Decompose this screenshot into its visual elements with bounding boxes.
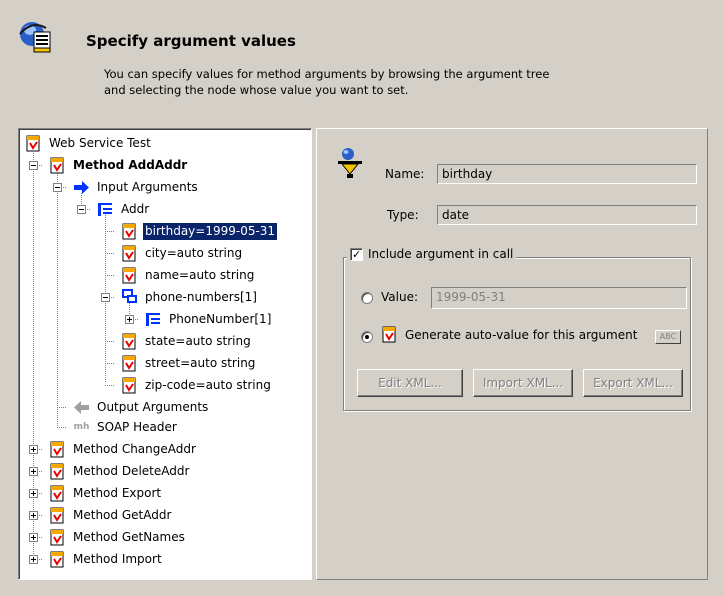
tree-node-method-deleteaddr[interactable]: Method DeleteAddr [49, 461, 191, 481]
include-argument-checkbox[interactable]: ✓ Include argument in call [347, 247, 517, 261]
tree-node-method-import[interactable]: Method Import [49, 549, 164, 569]
expand-toggle-changeaddr[interactable] [29, 445, 38, 454]
struct-icon [146, 312, 160, 326]
tree-node-input-arguments[interactable]: Input Arguments [73, 177, 200, 197]
method-icon [50, 463, 64, 479]
type-field: date [437, 205, 697, 225]
argument-icon [122, 377, 136, 393]
value-radio[interactable] [361, 292, 373, 304]
expand-toggle-getnames[interactable] [29, 533, 38, 542]
tree-node-method-changeaddr[interactable]: Method ChangeAddr [49, 439, 198, 459]
array-icon [122, 288, 137, 303]
argument-icon [122, 267, 136, 283]
method-icon [50, 529, 64, 545]
tree-node-method-getaddr[interactable]: Method GetAddr [49, 505, 173, 525]
tree-node-method-export[interactable]: Method Export [49, 483, 163, 503]
export-xml-button[interactable]: Export XML... [583, 369, 683, 397]
value-label: Value: [381, 290, 418, 304]
expand-toggle-import[interactable] [29, 555, 38, 564]
tree-node-addr[interactable]: Addr [97, 199, 151, 219]
expand-toggle-export[interactable] [29, 489, 38, 498]
argument-properties-icon [338, 148, 362, 178]
soap-header-icon: mh [73, 422, 90, 432]
argument-tree[interactable]: Web Service Test Method AddAddr Input Ar… [18, 128, 312, 580]
tree-node-soap-header[interactable]: mh SOAP Header [73, 417, 179, 437]
tree-node-phone-numbers[interactable]: phone-numbers[1] [121, 287, 259, 307]
collapse-toggle-addr[interactable] [77, 205, 86, 214]
tree-node-birthday[interactable]: birthday=1999-05-31 [121, 221, 279, 241]
collapse-toggle-phone-numbers[interactable] [101, 293, 110, 302]
wizard-step-icon [19, 22, 51, 53]
import-xml-button[interactable]: Import XML... [473, 369, 573, 397]
include-argument-label: Include argument in call [368, 247, 514, 261]
method-icon [50, 485, 64, 501]
input-arrow-icon [74, 180, 89, 194]
tree-node-zip-code[interactable]: zip-code=auto string [121, 375, 273, 395]
expand-toggle-getaddr[interactable] [29, 511, 38, 520]
page-title: Specify argument values [86, 32, 296, 50]
tree-node-method-getnames[interactable]: Method GetNames [49, 527, 187, 547]
name-label: Name: [385, 167, 425, 181]
tree-node-city[interactable]: city=auto string [121, 243, 244, 263]
generate-auto-value-radio[interactable] [361, 331, 373, 343]
argument-icon [122, 333, 136, 349]
method-icon [50, 507, 64, 523]
auto-value-icon [382, 326, 396, 343]
web-service-icon [26, 135, 40, 151]
tree-node-state[interactable]: state=auto string [121, 331, 253, 351]
argument-icon [122, 223, 136, 239]
tree-node-phonenumber[interactable]: PhoneNumber[1] [145, 309, 273, 329]
argument-icon [122, 355, 136, 371]
tree-node-web-service-test[interactable]: Web Service Test [25, 133, 153, 153]
argument-icon [122, 245, 136, 261]
tree-node-street[interactable]: street=auto string [121, 353, 257, 373]
page-description: You can specify values for method argume… [104, 66, 664, 98]
expand-toggle-deleteaddr[interactable] [29, 467, 38, 476]
edit-xml-button[interactable]: Edit XML... [357, 369, 463, 397]
argument-properties-panel: Name: birthday Type: date ✓ Include argu… [316, 128, 708, 580]
method-icon [50, 441, 64, 457]
collapse-toggle-input-arguments[interactable] [53, 183, 62, 192]
method-icon [50, 551, 64, 567]
description-line-2: and selecting the node whose value you w… [104, 83, 409, 97]
value-input[interactable]: 1999-05-31 [431, 287, 687, 309]
include-checkbox-box[interactable]: ✓ [350, 247, 363, 261]
tree-node-method-addaddr[interactable]: Method AddAddr [49, 155, 189, 175]
expand-toggle-phonenumber[interactable] [125, 315, 134, 324]
struct-icon [98, 202, 112, 216]
collapse-toggle-addaddr[interactable] [29, 161, 38, 170]
value-edit-button[interactable]: ABC [655, 330, 681, 344]
output-arrow-icon [74, 400, 89, 414]
tree-node-name[interactable]: name=auto string [121, 265, 256, 285]
name-field: birthday [437, 164, 697, 184]
method-icon [50, 157, 64, 173]
generate-auto-value-label: Generate auto-value for this argument [405, 328, 638, 342]
description-line-1: You can specify values for method argume… [104, 67, 550, 81]
type-label: Type: [387, 208, 419, 222]
tree-node-output-arguments[interactable]: Output Arguments [73, 397, 210, 417]
